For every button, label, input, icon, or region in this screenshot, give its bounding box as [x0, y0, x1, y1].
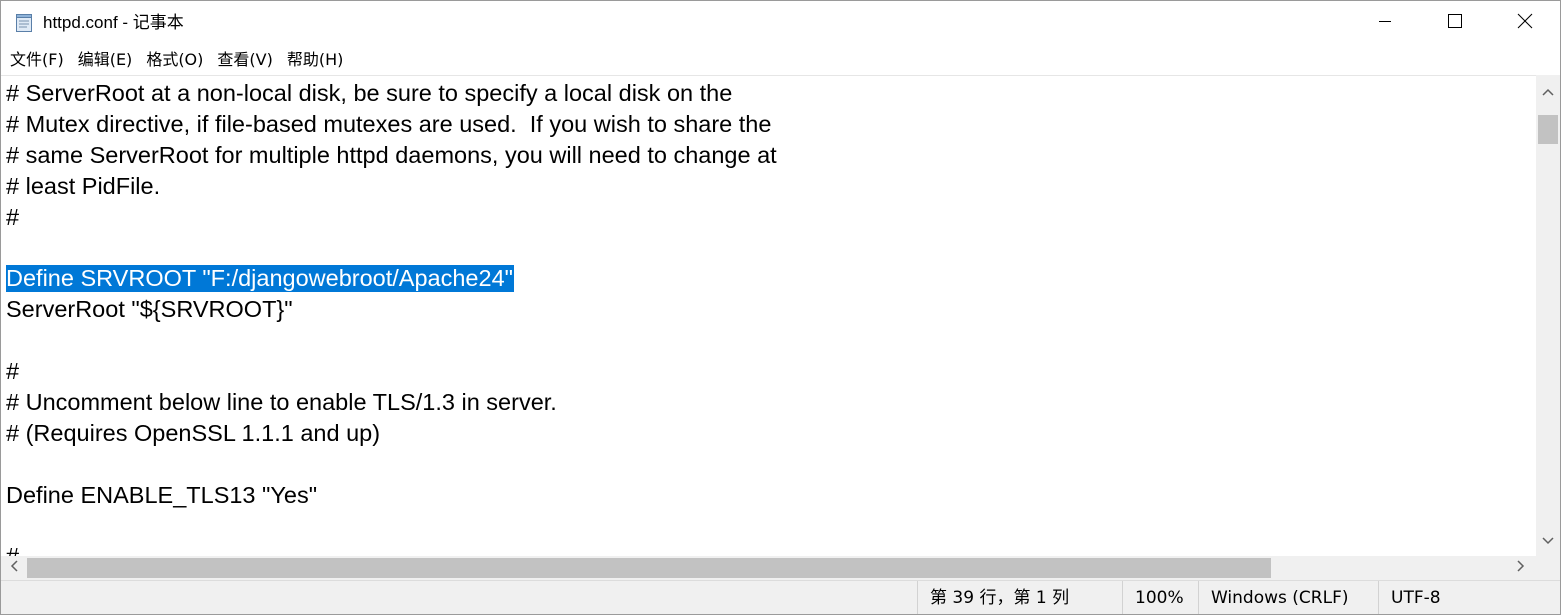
vertical-scroll-thumb[interactable]: [1538, 115, 1558, 145]
line-text: # (Requires OpenSSL 1.1.1 and up): [6, 419, 381, 446]
line-ending: Windows (CRLF): [1198, 581, 1378, 614]
text-line[interactable]: # (Requires OpenSSL 1.1.1 and up): [6, 418, 1531, 449]
line-text: #: [6, 543, 19, 556]
horizontal-scrollbar[interactable]: [1, 556, 1536, 580]
selected-text: Define SRVROOT "F:/djangowebroot/Apache2…: [6, 265, 514, 293]
line-text: # ServerRoot at a non-local disk, be sur…: [6, 80, 733, 106]
text-line[interactable]: Define SRVROOT "F:/djangowebroot/Apache2…: [6, 263, 1531, 294]
horizontal-scroll-thumb[interactable]: [27, 558, 1272, 578]
text-line[interactable]: [6, 510, 1531, 541]
line-text: # same ServerRoot for multiple httpd dae…: [6, 141, 777, 168]
text-line[interactable]: #: [6, 202, 1531, 233]
text-encoding: UTF-8: [1378, 581, 1560, 614]
text-line[interactable]: #: [6, 356, 1531, 387]
text-line[interactable]: Define ENABLE_TLS13 "Yes": [6, 480, 1531, 511]
arrow-down-icon: [1542, 532, 1554, 550]
arrow-right-icon: [1517, 559, 1525, 577]
status-bar: 第 39 行，第 1 列 100% Windows (CRLF) UTF-8: [1, 580, 1560, 614]
close-button[interactable]: [1490, 1, 1560, 45]
menu-bar: 文件(F) 编辑(E) 格式(O) 查看(V) 帮助(H): [1, 45, 1560, 75]
menu-edit[interactable]: 编辑(E): [71, 47, 140, 74]
line-text: # Uncomment below line to enable TLS/1.3…: [6, 388, 557, 415]
menu-file[interactable]: 文件(F): [3, 47, 71, 74]
text-line[interactable]: # Mutex directive, if file-based mutexes…: [6, 109, 1531, 140]
line-text: # least PidFile.: [6, 172, 161, 199]
text-line[interactable]: # Uncomment below line to enable TLS/1.3…: [6, 387, 1531, 418]
minimize-icon: [1378, 14, 1392, 33]
zoom-level: 100%: [1122, 581, 1198, 614]
text-line[interactable]: # ServerRoot at a non-local disk, be sur…: [6, 78, 1531, 109]
line-text: #: [6, 203, 20, 230]
maximize-button[interactable]: [1420, 1, 1490, 45]
arrow-up-icon: [1542, 83, 1554, 101]
editor-lines: # ServerRoot at a non-local disk, be sur…: [6, 78, 1531, 556]
text-line[interactable]: # least PidFile.: [6, 171, 1531, 202]
scroll-down-button[interactable]: [1536, 528, 1560, 554]
close-icon: [1517, 13, 1533, 34]
text-line[interactable]: [6, 232, 1531, 263]
title-bar[interactable]: httpd.conf - 记事本: [1, 1, 1560, 45]
scroll-right-button[interactable]: [1508, 556, 1534, 580]
arrow-left-icon: [10, 559, 18, 577]
notepad-window: httpd.conf - 记事本 文件(F) 编辑(E) 格式(O) 查看(V)…: [0, 0, 1561, 615]
scroll-left-button[interactable]: [1, 556, 27, 580]
text-line[interactable]: ServerRoot "${SRVROOT}": [6, 294, 1531, 325]
menu-view[interactable]: 查看(V): [210, 47, 279, 74]
text-line[interactable]: [6, 325, 1531, 356]
scrollbar-corner: [1536, 556, 1560, 580]
notepad-icon: [14, 13, 34, 33]
vertical-scrollbar[interactable]: [1536, 75, 1560, 556]
line-text: ServerRoot "${SRVROOT}": [6, 296, 293, 323]
maximize-icon: [1447, 13, 1463, 34]
menu-format[interactable]: 格式(O): [139, 47, 210, 74]
line-text: #: [6, 358, 20, 385]
window-title: httpd.conf - 记事本: [43, 13, 184, 32]
cursor-position: 第 39 行，第 1 列: [917, 581, 1122, 614]
text-line[interactable]: #: [6, 541, 1531, 556]
line-text: # Mutex directive, if file-based mutexes…: [6, 110, 772, 137]
menu-help[interactable]: 帮助(H): [280, 47, 351, 74]
scroll-up-button[interactable]: [1536, 79, 1560, 105]
text-line[interactable]: [6, 449, 1531, 480]
line-text: Define ENABLE_TLS13 "Yes": [6, 481, 318, 508]
minimize-button[interactable]: [1350, 1, 1420, 45]
text-editor[interactable]: # ServerRoot at a non-local disk, be sur…: [1, 75, 1536, 556]
text-line[interactable]: # same ServerRoot for multiple httpd dae…: [6, 140, 1531, 171]
